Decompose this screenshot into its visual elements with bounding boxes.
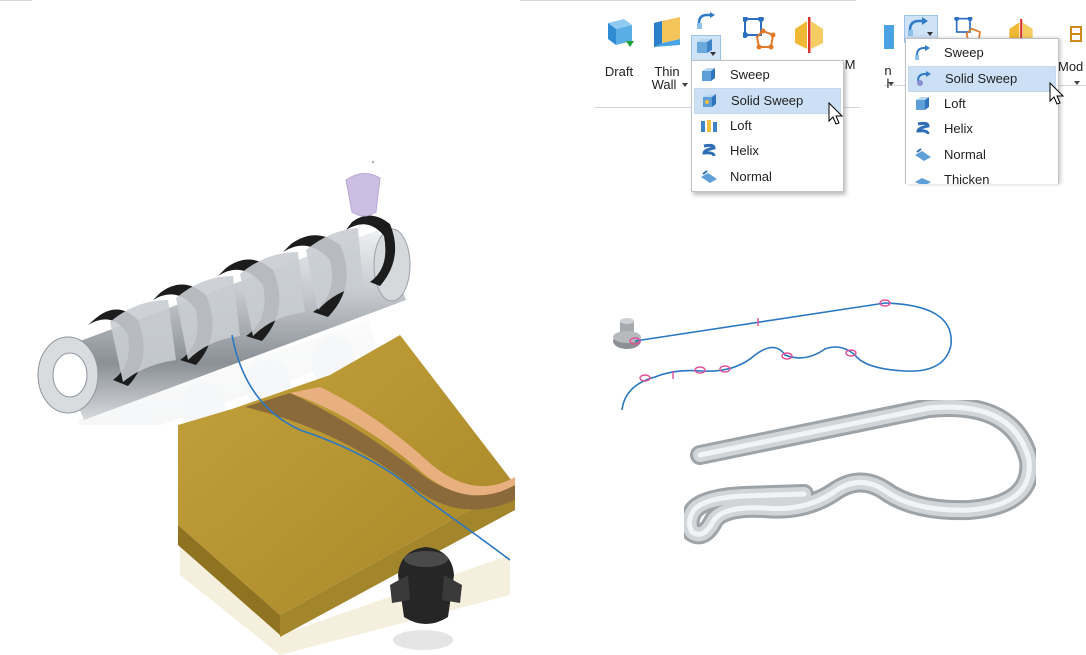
loft-icon [700, 118, 718, 134]
helix-icon [700, 143, 718, 159]
modify-icon-partial [1070, 25, 1082, 43]
top-divider-right [520, 0, 856, 1]
sweep-path-sketch [605, 285, 965, 415]
chevron-down-icon [1074, 81, 1080, 85]
sweep-dropdown-menu-right: Sweep Solid Sweep Loft Helix Normal Thic… [905, 38, 1059, 184]
modify-label-partial: M [844, 57, 856, 72]
menu-item-label: Sweep [944, 45, 984, 60]
menu-item-normal[interactable]: Normal [908, 143, 1056, 167]
swept-clip-render [684, 400, 1036, 550]
thicken-icon [914, 172, 932, 184]
solid-sweep-icon [915, 71, 933, 87]
loft-icon [914, 96, 932, 112]
sweep-dropdown-menu-left: Sweep Solid Sweep Loft Helix Normal [691, 60, 844, 192]
menu-item-label: Normal [730, 169, 772, 184]
menu-item-solid-sweep[interactable]: Solid Sweep [908, 66, 1056, 92]
sweep-icon [908, 17, 933, 36]
top-divider-left [0, 0, 32, 1]
menu-item-thicken[interactable]: Thicken [908, 168, 1056, 184]
normal-icon [700, 169, 718, 185]
menu-item-sweep[interactable]: Sweep [908, 41, 1056, 65]
curved-groove-sweep-render [170, 335, 520, 655]
thin-wall-icon [650, 17, 684, 49]
solid-sweep-icon [701, 93, 719, 109]
draft-icon [602, 15, 636, 49]
polygon-pattern-icon[interactable] [743, 17, 779, 53]
menu-item-loft[interactable]: Loft [908, 92, 1056, 116]
mouse-pointer-icon [1049, 82, 1065, 106]
menu-item-label: Solid Sweep [731, 93, 804, 108]
modify-label-partial: Mod [1058, 59, 1084, 74]
mirror-icon[interactable] [791, 17, 827, 53]
menu-item-sweep[interactable]: Sweep [694, 63, 841, 87]
menu-item-loft[interactable]: Loft [694, 114, 841, 138]
helix-icon [914, 121, 932, 137]
draft-button[interactable]: Draft [599, 15, 639, 95]
menu-item-normal[interactable]: Normal [694, 165, 841, 189]
thin-wall-label-line2: Wall [651, 77, 677, 92]
thin-wall-icon-partial [884, 25, 894, 49]
menu-item-solid-sweep[interactable]: Solid Sweep [694, 88, 841, 114]
menu-item-helix[interactable]: Helix [908, 117, 1056, 141]
solid-sweep-icon [697, 39, 716, 56]
chevron-down-icon [888, 82, 894, 86]
sweep-icon [914, 45, 932, 61]
normal-icon [914, 147, 932, 163]
sweep-icon [697, 12, 715, 29]
chevron-down-icon [682, 83, 688, 87]
menu-item-label: Helix [944, 121, 973, 136]
menu-item-label: Thicken [944, 172, 990, 184]
menu-item-label: Loft [944, 96, 966, 111]
menu-item-helix[interactable]: Helix [694, 139, 841, 163]
menu-item-label: Loft [730, 118, 752, 133]
menu-item-label: Sweep [730, 67, 770, 82]
menu-item-label: Solid Sweep [945, 71, 1018, 86]
sweep-icon [700, 67, 718, 83]
mouse-pointer-icon [828, 102, 844, 126]
menu-item-label: Helix [730, 143, 759, 158]
menu-item-label: Normal [944, 147, 986, 162]
draft-label: Draft [604, 64, 634, 79]
thin-wall-button[interactable]: Thin Wall [645, 15, 689, 95]
sweep-dropdown-button[interactable] [691, 35, 721, 61]
sweep-split-button[interactable] [695, 11, 717, 33]
